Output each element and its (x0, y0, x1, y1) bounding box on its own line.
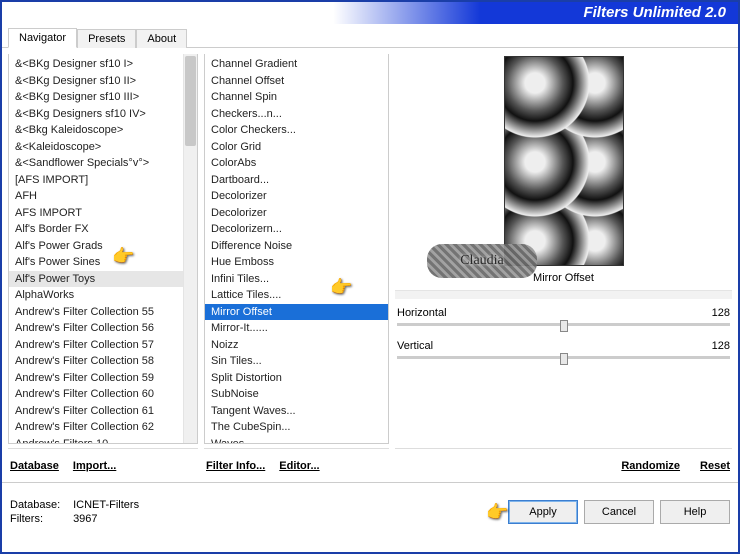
list-item[interactable]: Alf's Border FX (9, 221, 183, 238)
list-item[interactable]: &<BKg Designers sf10 IV> (9, 106, 183, 123)
list-item[interactable]: Alf's Power Grads (9, 238, 183, 255)
list-item[interactable]: Andrew's Filter Collection 57 (9, 337, 183, 354)
slider-horizontal[interactable] (397, 323, 730, 326)
list-item[interactable]: SubNoise (205, 386, 388, 403)
filters-label: Filters: (10, 513, 70, 525)
list-item[interactable]: Andrew's Filter Collection 60 (9, 386, 183, 403)
list-item[interactable]: Andrew's Filter Collection 55 (9, 304, 183, 321)
category-list-wrap: &<BKg Designer sf10 I>&<BKg Designer sf1… (8, 54, 198, 444)
title-bar: Filters Unlimited 2.0 (2, 2, 738, 24)
filter-name-label: Mirror Offset (395, 270, 732, 291)
tab-presets[interactable]: Presets (77, 29, 136, 48)
list-item[interactable]: Color Checkers... (205, 122, 388, 139)
list-item[interactable]: Andrew's Filters 10 (9, 436, 183, 444)
list-item[interactable]: &<Sandflower Specials°v°> (9, 155, 183, 172)
database-label: Database: (10, 499, 70, 511)
slider-vertical-label: Vertical (397, 340, 433, 352)
filter-button-row: Filter Info... Editor... (204, 448, 389, 476)
preview-column: Mirror Offset Horizontal 128 Vertical 12… (395, 54, 732, 476)
list-item[interactable]: Mirror Offset (205, 304, 388, 321)
pointer-icon: 👉 (486, 502, 508, 523)
list-item[interactable]: [AFS IMPORT] (9, 172, 183, 189)
category-column: &<BKg Designer sf10 I>&<BKg Designer sf1… (8, 54, 198, 476)
list-item[interactable]: Decolorizer (205, 205, 388, 222)
filter-column: Channel GradientChannel OffsetChannel Sp… (204, 54, 389, 476)
list-item[interactable]: Mirror-It...... (205, 320, 388, 337)
reset-button[interactable]: Reset (700, 460, 730, 472)
list-item[interactable]: Lattice Tiles.... (205, 287, 388, 304)
database-value: ICNET-Filters (73, 499, 139, 511)
list-item[interactable]: Alf's Power Sines (9, 254, 183, 271)
list-item[interactable]: Andrew's Filter Collection 62 (9, 419, 183, 436)
database-button[interactable]: Database (10, 460, 59, 472)
list-item[interactable]: &<Bkg Kaleidoscope> (9, 122, 183, 139)
list-item[interactable]: Infini Tiles... (205, 271, 388, 288)
list-item[interactable]: Channel Gradient (205, 56, 388, 73)
list-item[interactable]: Andrew's Filter Collection 61 (9, 403, 183, 420)
apply-button[interactable]: Apply (508, 500, 578, 524)
list-item[interactable]: Andrew's Filter Collection 56 (9, 320, 183, 337)
category-button-row: Database Import... (8, 448, 198, 476)
import-button[interactable]: Import... (73, 460, 116, 472)
slider-horizontal-row: Horizontal 128 (395, 305, 732, 319)
filter-info-button[interactable]: Filter Info... (206, 460, 265, 472)
help-button[interactable]: Help (660, 500, 730, 524)
list-item[interactable]: Decolorizer (205, 188, 388, 205)
list-item[interactable]: &<Kaleidoscope> (9, 139, 183, 156)
preview-button-row: Randomize Reset (395, 448, 732, 476)
list-item[interactable]: Noizz (205, 337, 388, 354)
list-item[interactable]: Difference Noise (205, 238, 388, 255)
slider-horizontal-label: Horizontal (397, 307, 447, 319)
filters-value: 3967 (73, 513, 97, 525)
slider-vertical-value: 128 (712, 340, 730, 352)
status-bar: Database: ICNET-Filters Filters: 3967 👉 … (2, 482, 738, 540)
list-item[interactable]: Hue Emboss (205, 254, 388, 271)
slider-vertical[interactable] (397, 356, 730, 359)
list-item[interactable]: &<BKg Designer sf10 II> (9, 73, 183, 90)
list-item[interactable]: The CubeSpin... (205, 419, 388, 436)
list-item[interactable]: Tangent Waves... (205, 403, 388, 420)
tab-navigator[interactable]: Navigator (8, 28, 77, 48)
randomize-button[interactable]: Randomize (621, 460, 680, 472)
progress-bar (395, 291, 732, 299)
list-item[interactable]: Split Distortion (205, 370, 388, 387)
filter-list-wrap: Channel GradientChannel OffsetChannel Sp… (204, 54, 389, 444)
list-item[interactable]: &<BKg Designer sf10 III> (9, 89, 183, 106)
list-item[interactable]: Sin Tiles... (205, 353, 388, 370)
list-item[interactable]: Channel Offset (205, 73, 388, 90)
tab-about[interactable]: About (136, 29, 187, 48)
list-item[interactable]: Channel Spin (205, 89, 388, 106)
list-item[interactable]: AFH (9, 188, 183, 205)
list-item[interactable]: Andrew's Filter Collection 59 (9, 370, 183, 387)
slider-thumb[interactable] (560, 353, 568, 365)
list-item[interactable]: AFS IMPORT (9, 205, 183, 222)
slider-vertical-row: Vertical 128 (395, 338, 732, 352)
status-info: Database: ICNET-Filters Filters: 3967 (10, 499, 139, 525)
category-list[interactable]: &<BKg Designer sf10 I>&<BKg Designer sf1… (9, 54, 183, 443)
filter-list[interactable]: Channel GradientChannel OffsetChannel Sp… (205, 54, 388, 443)
list-item[interactable]: Alf's Power Toys (9, 271, 183, 288)
editor-button[interactable]: Editor... (279, 460, 319, 472)
app-title: Filters Unlimited 2.0 (583, 4, 726, 21)
list-item[interactable]: Andrew's Filter Collection 58 (9, 353, 183, 370)
list-item[interactable]: &<BKg Designer sf10 I> (9, 56, 183, 73)
tab-row: Navigator Presets About (2, 24, 738, 48)
list-item[interactable]: Dartboard... (205, 172, 388, 189)
list-item[interactable]: AlphaWorks (9, 287, 183, 304)
main-area: &<BKg Designer sf10 I>&<BKg Designer sf1… (2, 48, 738, 482)
slider-thumb[interactable] (560, 320, 568, 332)
preview-image (504, 56, 624, 266)
footer-buttons: 👉 Apply Cancel Help (508, 500, 730, 524)
slider-horizontal-value: 128 (712, 307, 730, 319)
list-item[interactable]: ColorAbs (205, 155, 388, 172)
cancel-button[interactable]: Cancel (584, 500, 654, 524)
list-item[interactable]: Checkers...n... (205, 106, 388, 123)
scrollbar[interactable] (183, 54, 197, 443)
list-item[interactable]: Color Grid (205, 139, 388, 156)
list-item[interactable]: Waves... (205, 436, 388, 444)
list-item[interactable]: Decolorizern... (205, 221, 388, 238)
